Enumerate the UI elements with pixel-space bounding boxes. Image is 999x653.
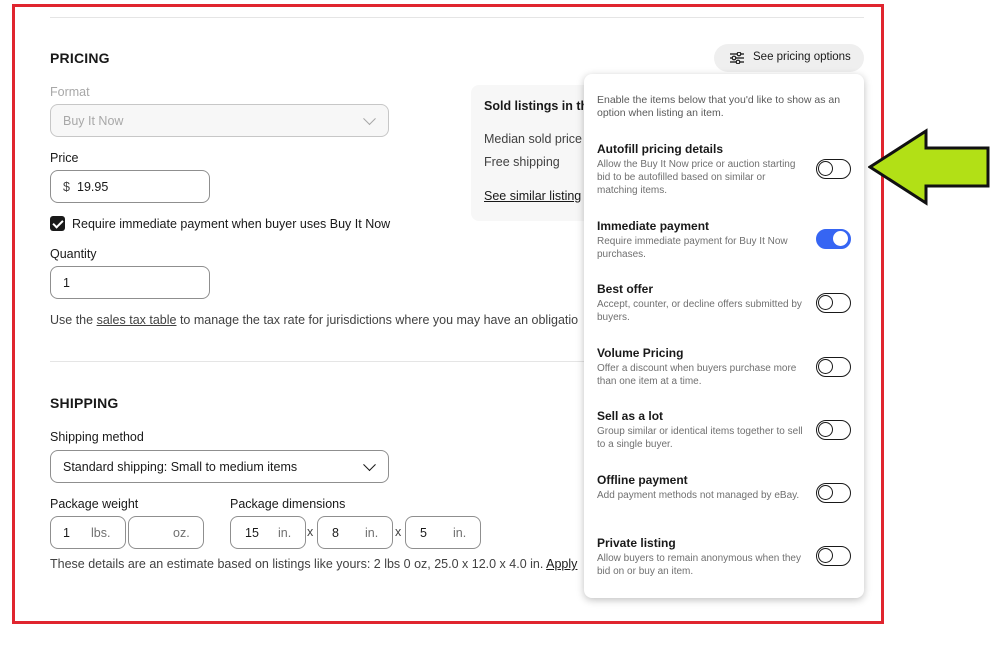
see-pricing-options-button[interactable]: See pricing options (714, 44, 864, 72)
toggle-knob (818, 295, 833, 310)
quantity-label: Quantity (50, 247, 97, 261)
option-title: Best offer (597, 282, 654, 296)
quantity-value: 1 (63, 275, 70, 290)
option-title: Offline payment (597, 473, 688, 487)
currency-symbol: $ (63, 179, 70, 194)
sliders-icon (730, 52, 744, 64)
pricing-options-popover: Enable the items below that you'd like t… (584, 74, 864, 598)
immediate-payment-toggle[interactable] (816, 229, 851, 249)
green-arrow-left-icon (868, 128, 990, 206)
popover-intro: Enable the items below that you'd like t… (597, 94, 841, 119)
pricing-title: PRICING (50, 50, 110, 66)
length-unit: in. (278, 525, 292, 540)
option-title: Sell as a lot (597, 409, 664, 423)
price-label: Price (50, 151, 79, 165)
shipping-title: SHIPPING (50, 395, 119, 411)
dimension-height-input[interactable]: 5 in. (405, 516, 481, 549)
dimension-width-input[interactable]: 8 in. (317, 516, 393, 549)
option-sell-as-lot: Sell as a lot Group similar or identical… (597, 409, 807, 451)
option-volume-pricing: Volume Pricing Offer a discount when buy… (597, 346, 807, 388)
immediate-payment-label: Require immediate payment when buyer use… (72, 217, 391, 231)
shipping-method-label: Shipping method (50, 430, 144, 444)
offline-payment-toggle[interactable] (816, 483, 851, 503)
format-value: Buy It Now (63, 113, 124, 128)
tax-prefix: Use the (50, 313, 97, 327)
quantity-input[interactable]: 1 (50, 266, 210, 299)
chevron-down-icon (363, 111, 376, 125)
option-private-listing: Private listing Allow buyers to remain a… (597, 536, 807, 578)
chevron-down-icon (363, 457, 376, 471)
price-value: 19.95 (77, 179, 109, 194)
top-divider (50, 17, 864, 18)
weight-oz-input[interactable]: oz. (128, 516, 204, 549)
sell-as-lot-toggle[interactable] (816, 420, 851, 440)
private-listing-toggle[interactable] (816, 546, 851, 566)
option-offline-payment: Offline payment Add payment methods not … (597, 473, 807, 502)
format-label: Format (50, 85, 90, 99)
option-description: Add payment methods not managed by eBay. (597, 490, 800, 501)
toggle-knob (818, 485, 833, 500)
toggle-knob (833, 231, 848, 246)
toggle-knob (818, 422, 833, 437)
sales-tax-note: Use the sales tax table to manage the ta… (50, 313, 585, 327)
weight-lbs-value: 1 (63, 525, 70, 540)
option-description: Group similar or identical items togethe… (597, 426, 803, 450)
width-unit: in. (365, 525, 379, 540)
sold-listings-title: Sold listings in the (484, 99, 596, 113)
tax-suffix: to manage the tax rate for jurisdictions… (176, 313, 579, 327)
width-value: 8 (332, 525, 339, 540)
option-best-offer: Best offer Accept, counter, or decline o… (597, 282, 807, 324)
length-value: 15 (245, 525, 259, 540)
free-shipping: Free shipping (484, 155, 560, 169)
lbs-unit: lbs. (91, 525, 111, 540)
format-select[interactable]: Buy It Now (50, 104, 389, 137)
option-title: Volume Pricing (597, 346, 684, 360)
height-value: 5 (420, 525, 427, 540)
toggle-knob (818, 161, 833, 176)
package-weight-label: Package weight (50, 497, 139, 511)
option-description: Accept, counter, or decline offers submi… (597, 299, 802, 323)
dimension-length-input[interactable]: 15 in. (230, 516, 306, 549)
option-description: Offer a discount when buyers purchase mo… (597, 363, 797, 387)
option-immediate-payment: Immediate payment Require immediate paym… (597, 219, 807, 261)
option-autofill-pricing: Autofill pricing details Allow the Buy I… (597, 142, 807, 197)
price-input[interactable]: $ 19.95 (50, 170, 210, 203)
autofill-pricing-toggle[interactable] (816, 159, 851, 179)
sales-tax-table-link[interactable]: sales tax table (97, 313, 177, 327)
option-title: Private listing (597, 536, 676, 550)
weight-lbs-input[interactable]: 1 lbs. (50, 516, 126, 549)
see-pricing-options-label: See pricing options (753, 51, 851, 63)
sold-listings-panel: Sold listings in the Median sold price F… (471, 85, 601, 221)
immediate-payment-checkbox[interactable] (50, 216, 65, 231)
option-description: Allow buyers to remain anonymous when th… (597, 553, 801, 577)
dimension-separator: x (395, 525, 402, 539)
dimension-separator: x (307, 525, 314, 539)
package-dimensions-label: Package dimensions (230, 497, 346, 511)
option-description: Require immediate payment for Buy It Now… (597, 236, 788, 260)
option-title: Autofill pricing details (597, 142, 724, 156)
option-title: Immediate payment (597, 219, 710, 233)
volume-pricing-toggle[interactable] (816, 357, 851, 377)
estimate-text: These details are an estimate based on l… (50, 557, 544, 571)
best-offer-toggle[interactable] (816, 293, 851, 313)
apply-estimate-link[interactable]: Apply (546, 557, 577, 571)
toggle-knob (818, 548, 833, 563)
package-estimate-note: These details are an estimate based on l… (50, 557, 585, 571)
option-description: Allow the Buy It Now price or auction st… (597, 159, 796, 196)
toggle-knob (818, 359, 833, 374)
median-sold-price: Median sold price (484, 132, 582, 146)
oz-unit: oz. (173, 525, 190, 540)
shipping-method-value: Standard shipping: Small to medium items (63, 459, 298, 474)
height-unit: in. (453, 525, 467, 540)
see-similar-listings-link[interactable]: See similar listing (484, 189, 581, 203)
shipping-method-select[interactable]: Standard shipping: Small to medium items (50, 450, 389, 483)
